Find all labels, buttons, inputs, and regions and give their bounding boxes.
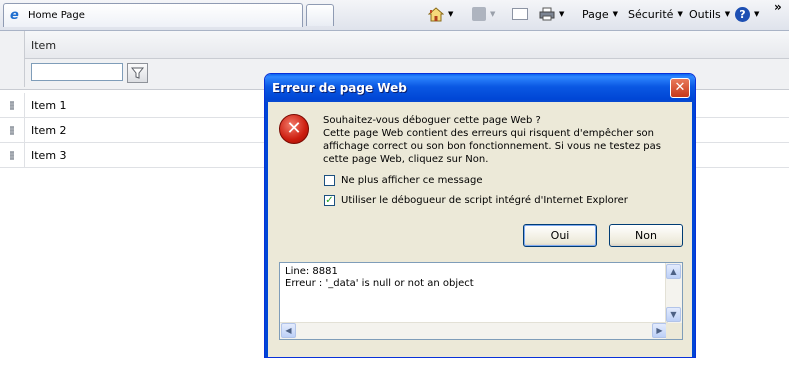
error-details-text: Line: 8881 Erreur : '_data' is null or n… bbox=[285, 266, 474, 290]
column-header-item[interactable]: Item bbox=[31, 39, 56, 52]
vertical-scrollbar[interactable]: ▲ ▼ bbox=[665, 263, 682, 323]
error-icon: ✕ bbox=[279, 114, 309, 144]
scrollbar-corner bbox=[666, 323, 682, 339]
horizontal-scrollbar[interactable]: ◀ ▶ bbox=[280, 322, 668, 339]
close-button[interactable]: ✕ bbox=[670, 78, 690, 98]
error-message: Erreur : '_data' is null or not an objec… bbox=[285, 278, 474, 289]
scroll-left-icon[interactable]: ◀ bbox=[281, 323, 296, 338]
chevron-down-icon: ▼ bbox=[754, 10, 760, 18]
page-menu-button[interactable]: Page ▼ bbox=[582, 5, 618, 23]
toolbar-overflow-icon[interactable]: » bbox=[774, 0, 782, 14]
dont-show-label: Ne plus afficher ce message bbox=[341, 174, 483, 186]
printer-icon bbox=[539, 7, 555, 21]
cell-item: Item 3 bbox=[31, 149, 67, 162]
print-button[interactable]: ▼ bbox=[539, 5, 564, 23]
page-menu-label: Page bbox=[582, 7, 609, 21]
feeds-button[interactable]: ▼ bbox=[472, 5, 495, 23]
use-debugger-label: Utiliser le débogueur de script intégré … bbox=[341, 194, 628, 206]
dont-show-checkbox[interactable] bbox=[324, 174, 335, 186]
security-menu-label: Sécurité bbox=[628, 7, 674, 21]
browser-tab-home[interactable]: e Home Page bbox=[3, 3, 303, 27]
chevron-down-icon: ▼ bbox=[724, 10, 731, 18]
dialog-question: Souhaitez-vous déboguer cette page Web ? bbox=[323, 115, 541, 126]
dialog-title: Erreur de page Web bbox=[272, 81, 407, 95]
error-details-box[interactable]: Line: 8881 Erreur : '_data' is null or n… bbox=[279, 262, 683, 340]
yes-button[interactable]: Oui bbox=[523, 224, 597, 247]
browser-toolbar: e Home Page ▼ ▼ ▼ Page ▼ Sécurité ▼ Outi… bbox=[0, 0, 789, 31]
scroll-up-icon[interactable]: ▲ bbox=[666, 264, 681, 279]
rss-feed-icon bbox=[472, 7, 486, 21]
drag-handle-icon[interactable] bbox=[10, 151, 14, 160]
use-debugger-checkbox-row[interactable]: ✓ Utiliser le débogueur de script intégr… bbox=[324, 193, 628, 207]
dialog-titlebar[interactable]: Erreur de page Web ✕ bbox=[265, 74, 695, 102]
dialog-message: Souhaitez-vous déboguer cette page Web ?… bbox=[323, 114, 683, 166]
close-icon: ✕ bbox=[674, 80, 686, 95]
web-page-error-dialog: Erreur de page Web ✕ ✕ Souhaitez-vous dé… bbox=[264, 73, 696, 358]
error-line-number: Line: 8881 bbox=[285, 266, 338, 277]
use-debugger-checkbox[interactable]: ✓ bbox=[324, 194, 335, 206]
grid-gutter-header bbox=[0, 31, 25, 87]
ie-icon: e bbox=[10, 8, 19, 23]
filter-input[interactable] bbox=[31, 63, 123, 81]
new-tab-button[interactable] bbox=[306, 4, 334, 26]
cell-item: Item 1 bbox=[31, 99, 67, 112]
help-button[interactable]: ? ▼ bbox=[735, 5, 759, 23]
mail-icon bbox=[512, 8, 528, 20]
chevron-down-icon: ▼ bbox=[677, 10, 683, 18]
drag-handle-icon[interactable] bbox=[10, 126, 14, 135]
cell-item: Item 2 bbox=[31, 124, 67, 137]
dialog-border-left bbox=[265, 102, 268, 357]
chevron-down-icon[interactable]: ▼ bbox=[448, 10, 453, 18]
dialog-border-right bbox=[692, 102, 695, 357]
dont-show-checkbox-row[interactable]: Ne plus afficher ce message bbox=[324, 173, 483, 187]
tab-title: Home Page bbox=[28, 10, 85, 21]
scroll-down-icon[interactable]: ▼ bbox=[666, 307, 681, 322]
chevron-down-icon: ▼ bbox=[612, 10, 619, 18]
tools-menu-label: Outils bbox=[689, 7, 721, 21]
no-button[interactable]: Non bbox=[609, 224, 683, 247]
help-icon: ? bbox=[735, 6, 750, 22]
filter-funnel-icon bbox=[130, 67, 145, 79]
chevron-down-icon[interactable]: ▼ bbox=[559, 10, 564, 18]
security-menu-button[interactable]: Sécurité ▼ bbox=[628, 5, 683, 23]
tools-menu-button[interactable]: Outils ▼ bbox=[689, 5, 730, 23]
filter-button[interactable] bbox=[127, 63, 148, 83]
home-icon bbox=[428, 6, 444, 21]
drag-handle-icon[interactable] bbox=[10, 101, 14, 110]
chevron-down-icon[interactable]: ▼ bbox=[490, 10, 495, 18]
dialog-explanation: Cette page Web contient des erreurs qui … bbox=[323, 128, 661, 165]
grid-header-row: Item bbox=[0, 31, 789, 59]
scroll-right-icon[interactable]: ▶ bbox=[652, 323, 667, 338]
home-button[interactable]: ▼ bbox=[428, 5, 453, 23]
read-mail-button[interactable] bbox=[512, 5, 528, 23]
